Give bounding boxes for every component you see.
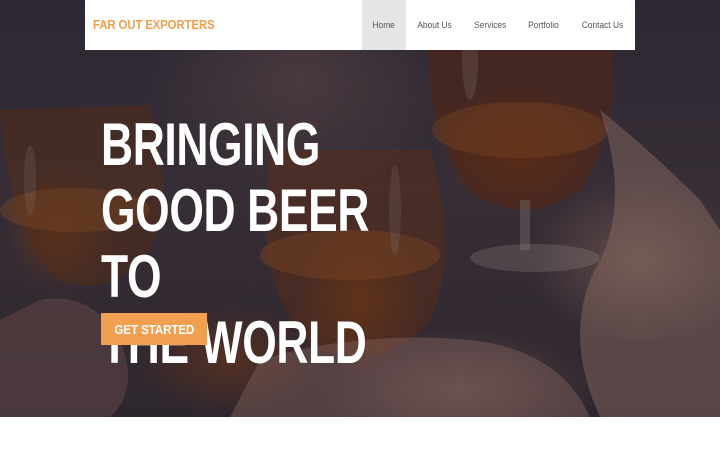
nav-item-about-us[interactable]: About Us <box>409 0 459 50</box>
page: FAR OUT EXPORTERS Home About Us Services… <box>0 0 720 450</box>
get-started-label: GET STARTED <box>114 321 194 337</box>
nav-item-home[interactable]: Home <box>362 0 406 50</box>
hero-headline-line-1: BRINGING <box>101 111 321 178</box>
navbar: FAR OUT EXPORTERS Home About Us Services… <box>85 0 635 50</box>
brand-logo[interactable]: FAR OUT EXPORTERS <box>93 18 215 32</box>
get-started-button[interactable]: GET STARTED <box>101 313 207 345</box>
nav-item-home-label: Home <box>372 19 396 31</box>
nav-item-services[interactable]: Services <box>466 0 514 50</box>
below-hero-section <box>0 417 720 450</box>
nav-item-contact-us[interactable]: Contact Us <box>574 0 631 50</box>
hero-headline-line-2: GOOD BEER TO <box>101 177 370 310</box>
nav-links: Home About Us Services Portfolio Contact… <box>362 0 635 50</box>
nav-item-portfolio[interactable]: Portfolio <box>520 0 567 50</box>
